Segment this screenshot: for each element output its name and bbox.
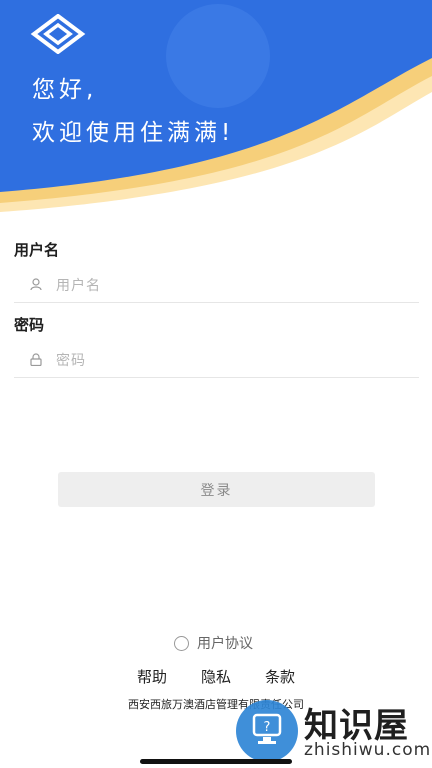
login-button[interactable]: 登录 xyxy=(58,472,375,507)
username-input[interactable]: 用户名 xyxy=(56,275,101,295)
home-indicator xyxy=(140,759,292,764)
username-label: 用户名 xyxy=(14,241,60,259)
user-agreement[interactable]: 用户协议 xyxy=(174,633,253,653)
watermark-badge-icon: ? xyxy=(236,700,298,762)
header-banner: 您好, 欢迎使用住满满! xyxy=(0,0,432,230)
privacy-link[interactable]: 隐私 xyxy=(201,666,231,687)
footer-links: 帮助 隐私 条款 xyxy=(0,666,432,687)
watermark-url: zhishiwu.com xyxy=(304,740,432,760)
username-field[interactable]: 用户名 xyxy=(14,266,419,303)
terms-link[interactable]: 条款 xyxy=(265,666,295,687)
password-label: 密码 xyxy=(14,316,45,334)
help-link[interactable]: 帮助 xyxy=(137,666,167,687)
lock-icon xyxy=(30,351,42,370)
watermark: ? 知识屋 zhishiwu.com xyxy=(232,696,432,768)
svg-text:?: ? xyxy=(264,720,271,735)
agreement-label[interactable]: 用户协议 xyxy=(197,633,253,653)
user-icon xyxy=(30,276,42,295)
agreement-checkbox[interactable] xyxy=(174,635,189,651)
greeting-text: 您好, xyxy=(32,77,98,103)
welcome-text: 欢迎使用住满满! xyxy=(32,120,235,146)
app-logo-icon xyxy=(30,14,86,54)
password-input[interactable]: 密码 xyxy=(56,350,86,370)
password-field[interactable]: 密码 xyxy=(14,341,419,378)
